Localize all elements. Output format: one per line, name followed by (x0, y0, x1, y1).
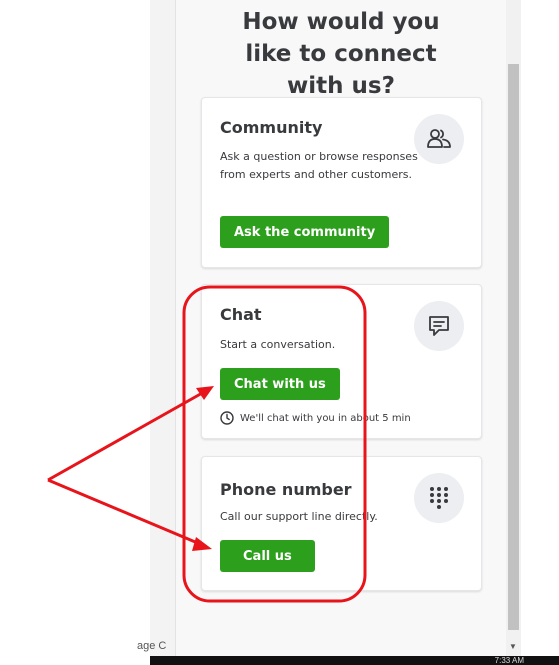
chat-title: Chat (220, 305, 262, 324)
taskbar-clock: 7:33 AM (494, 656, 524, 665)
chat-description: Start a conversation. (220, 338, 336, 351)
taskbar: 7:33 AM (150, 656, 559, 665)
scroll-down-arrow-icon[interactable]: ▼ (509, 642, 517, 651)
clock-icon (220, 411, 234, 425)
panel-title: How would you like to connect with us? (176, 6, 506, 102)
chat-with-us-button[interactable]: Chat with us (220, 368, 340, 400)
phone-description: Call our support line directly. (220, 510, 378, 523)
wait-time-row: We'll chat with you in about 5 min (220, 411, 411, 425)
background-page-text: age C (137, 640, 167, 652)
window-gutter (150, 0, 175, 665)
chat-bubble-icon (414, 301, 464, 351)
community-card: Community Ask a question or browse respo… (201, 97, 482, 268)
phone-title: Phone number (220, 480, 352, 499)
phone-card: Phone number Call our support line direc… (201, 456, 482, 591)
community-description: Ask a question or browse responses from … (220, 150, 418, 181)
scrollbar-thumb[interactable] (508, 64, 519, 630)
dialpad-icon (414, 473, 464, 523)
wait-time-text: We'll chat with you in about 5 min (240, 412, 411, 424)
community-title: Community (220, 118, 323, 137)
people-icon (414, 114, 464, 164)
support-panel: How would you like to connect with us? C… (175, 0, 506, 656)
call-us-button[interactable]: Call us (220, 540, 315, 572)
title-line: How would you like to connect with us? (242, 9, 440, 99)
chat-card: Chat Start a conversation. Chat with us … (201, 284, 482, 439)
vertical-scrollbar[interactable]: ▼ (506, 0, 521, 656)
ask-community-button[interactable]: Ask the community (220, 216, 390, 248)
background-page (0, 0, 150, 665)
